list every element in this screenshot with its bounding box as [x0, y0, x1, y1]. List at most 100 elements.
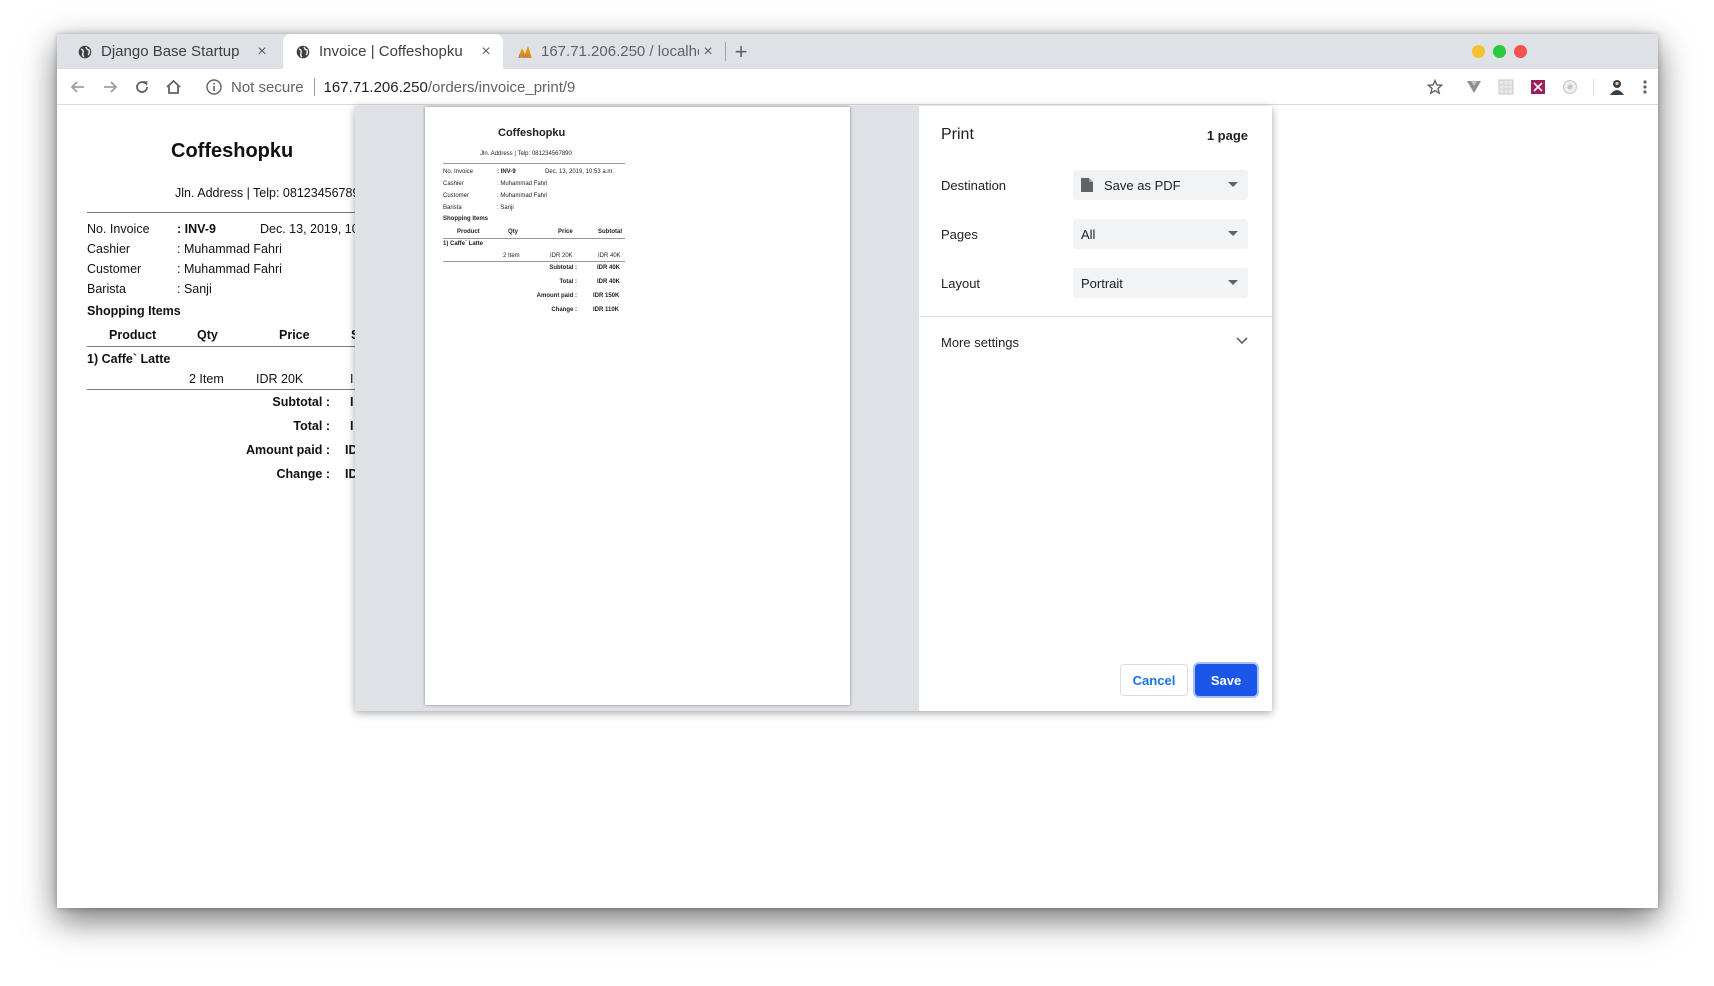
amount-paid-label: Amount paid :	[245, 443, 330, 457]
tab-phpmyadmin[interactable]: PMA 167.71.206.250 / localhost ×	[503, 34, 725, 69]
preview-row-label: No. Invoice	[443, 169, 474, 175]
preview-change-label: Change :	[551, 307, 577, 313]
extension-grid-button[interactable]	[1492, 69, 1520, 105]
preview-divider	[443, 163, 625, 164]
circle-extension-icon	[1563, 80, 1577, 94]
bookmark-star-button[interactable]	[1421, 69, 1449, 105]
subtotal-value: I	[350, 395, 354, 409]
arrow-left-icon	[70, 81, 84, 93]
arrow-right-icon	[104, 81, 118, 93]
reload-button[interactable]	[127, 69, 157, 105]
reload-icon	[136, 81, 148, 93]
no-invoice-label: No. Invoice	[87, 222, 150, 236]
divider-line	[87, 389, 357, 390]
minimize-button[interactable]	[1472, 45, 1485, 58]
no-invoice-value: : INV-9	[177, 222, 216, 236]
preview-divider	[443, 238, 625, 239]
star-icon	[1427, 79, 1443, 95]
tab-title: 167.71.206.250 / localhost	[541, 43, 699, 60]
tab-django-base-startup[interactable]: Django Base Startup ×	[57, 34, 279, 69]
extension-v-button[interactable]	[1460, 69, 1488, 105]
vue-devtools-icon	[1467, 81, 1481, 93]
info-icon	[206, 79, 222, 95]
preview-divider	[443, 261, 625, 262]
preview-item-name: 1) Caffe` Latte	[443, 241, 484, 247]
preview-amount-paid-value: IDR 150K	[593, 293, 620, 299]
tab-separator	[725, 42, 726, 61]
preview-shop-name: Coffeshopku	[498, 127, 566, 139]
toolbar-divider	[1593, 79, 1594, 95]
back-button[interactable]	[63, 69, 93, 105]
more-settings-toggle[interactable]: More settings	[941, 335, 1019, 350]
globe-icon	[295, 44, 311, 60]
print-dialog: Coffeshopku Jln. Address | Telp: 0812345…	[355, 106, 1272, 711]
tab-invoice-coffeshopku[interactable]: Invoice | Coffeshopku ×	[283, 34, 503, 69]
tab-strip: Django Base Startup × Invoice | Coffesho…	[57, 34, 1658, 69]
preview-row-label: Customer	[443, 193, 470, 199]
address-bar[interactable]: Not secure 167.71.206.250/orders/invoice…	[205, 69, 575, 105]
preview-item-price: IDR 20K	[550, 253, 573, 259]
forward-button[interactable]	[95, 69, 125, 105]
preview-amount-paid-label: Amount paid :	[536, 293, 577, 299]
preview-shopping-items: Shopping Items	[443, 216, 488, 222]
menu-button[interactable]	[1631, 69, 1658, 105]
barista-label: Barista	[87, 282, 126, 296]
pages-value: All	[1081, 226, 1096, 242]
column-qty: Qty	[197, 328, 218, 342]
customer-label: Customer	[87, 262, 142, 276]
preview-col-subtotal: Subtotal	[598, 229, 622, 235]
pages-select[interactable]: All	[1073, 219, 1248, 249]
destination-select[interactable]: Save as PDF	[1073, 170, 1248, 200]
preview-row-value: : INV-9	[497, 169, 516, 175]
svg-text:PMA: PMA	[519, 54, 531, 59]
url-path: /orders/invoice_print/9	[427, 78, 576, 96]
print-settings-panel: Print 1 page Destination Save as PDF Pag…	[919, 106, 1272, 711]
url-host: 167.71.206.250	[323, 78, 428, 96]
shopping-items-heading: Shopping Items	[87, 304, 181, 318]
maximize-button[interactable]	[1493, 45, 1506, 58]
preview-subtotal-label: Subtotal :	[549, 265, 577, 271]
dropdown-caret-icon	[1228, 280, 1238, 285]
profile-button[interactable]	[1603, 69, 1631, 105]
settings-divider	[919, 316, 1272, 317]
preview-row-value: : Muhammad Fahri	[497, 181, 548, 187]
preview-col-product: Product	[457, 229, 480, 235]
shop-address: Jln. Address | Telp: 081234567890	[175, 186, 367, 200]
item-price: IDR 20K	[256, 372, 304, 386]
close-window-button[interactable]	[1514, 45, 1527, 58]
preview-col-qty: Qty	[508, 229, 519, 235]
avatar-icon	[1610, 80, 1624, 95]
more-vert-icon	[1643, 80, 1647, 94]
print-title: Print	[941, 126, 974, 143]
cancel-button[interactable]: Cancel	[1120, 664, 1188, 696]
save-button[interactable]: Save	[1195, 664, 1257, 696]
close-tab-icon[interactable]: ×	[699, 43, 717, 61]
chevron-down-icon[interactable]	[1236, 332, 1248, 348]
preview-change-value: IDR 110K	[593, 307, 620, 313]
preview-row-value: : Muhammad Fahri	[497, 193, 548, 199]
extension-x-button[interactable]	[1524, 69, 1552, 105]
extension-circle-button[interactable]	[1556, 69, 1584, 105]
close-tab-icon[interactable]: ×	[477, 43, 495, 61]
preview-item-subtotal: IDR 40K	[598, 253, 621, 259]
total-value: I	[350, 419, 354, 433]
layout-select[interactable]: Portrait	[1073, 268, 1248, 298]
new-tab-button[interactable]: +	[727, 34, 755, 69]
divider-line	[87, 212, 357, 213]
x-extension-icon	[1531, 80, 1545, 94]
close-tab-icon[interactable]: ×	[253, 43, 271, 61]
toolbar: Not secure 167.71.206.250/orders/invoice…	[57, 69, 1658, 105]
preview-row-value: : Sanji	[497, 205, 514, 211]
invoice-date: Dec. 13, 2019, 10	[260, 222, 359, 236]
preview-col-price: Price	[558, 229, 573, 235]
preview-total-value: IDR 40K	[597, 279, 621, 285]
destination-value: Save as PDF	[1104, 177, 1181, 193]
item-subtotal: I	[350, 372, 354, 386]
item-name: 1) Caffe` Latte	[87, 352, 171, 366]
tab-title: Django Base Startup	[101, 43, 240, 60]
column-price: Price	[279, 328, 310, 342]
preview-row-label: Barista	[443, 205, 462, 211]
grid-extension-icon	[1498, 79, 1514, 95]
home-button[interactable]	[158, 69, 188, 105]
divider-line	[87, 346, 357, 347]
